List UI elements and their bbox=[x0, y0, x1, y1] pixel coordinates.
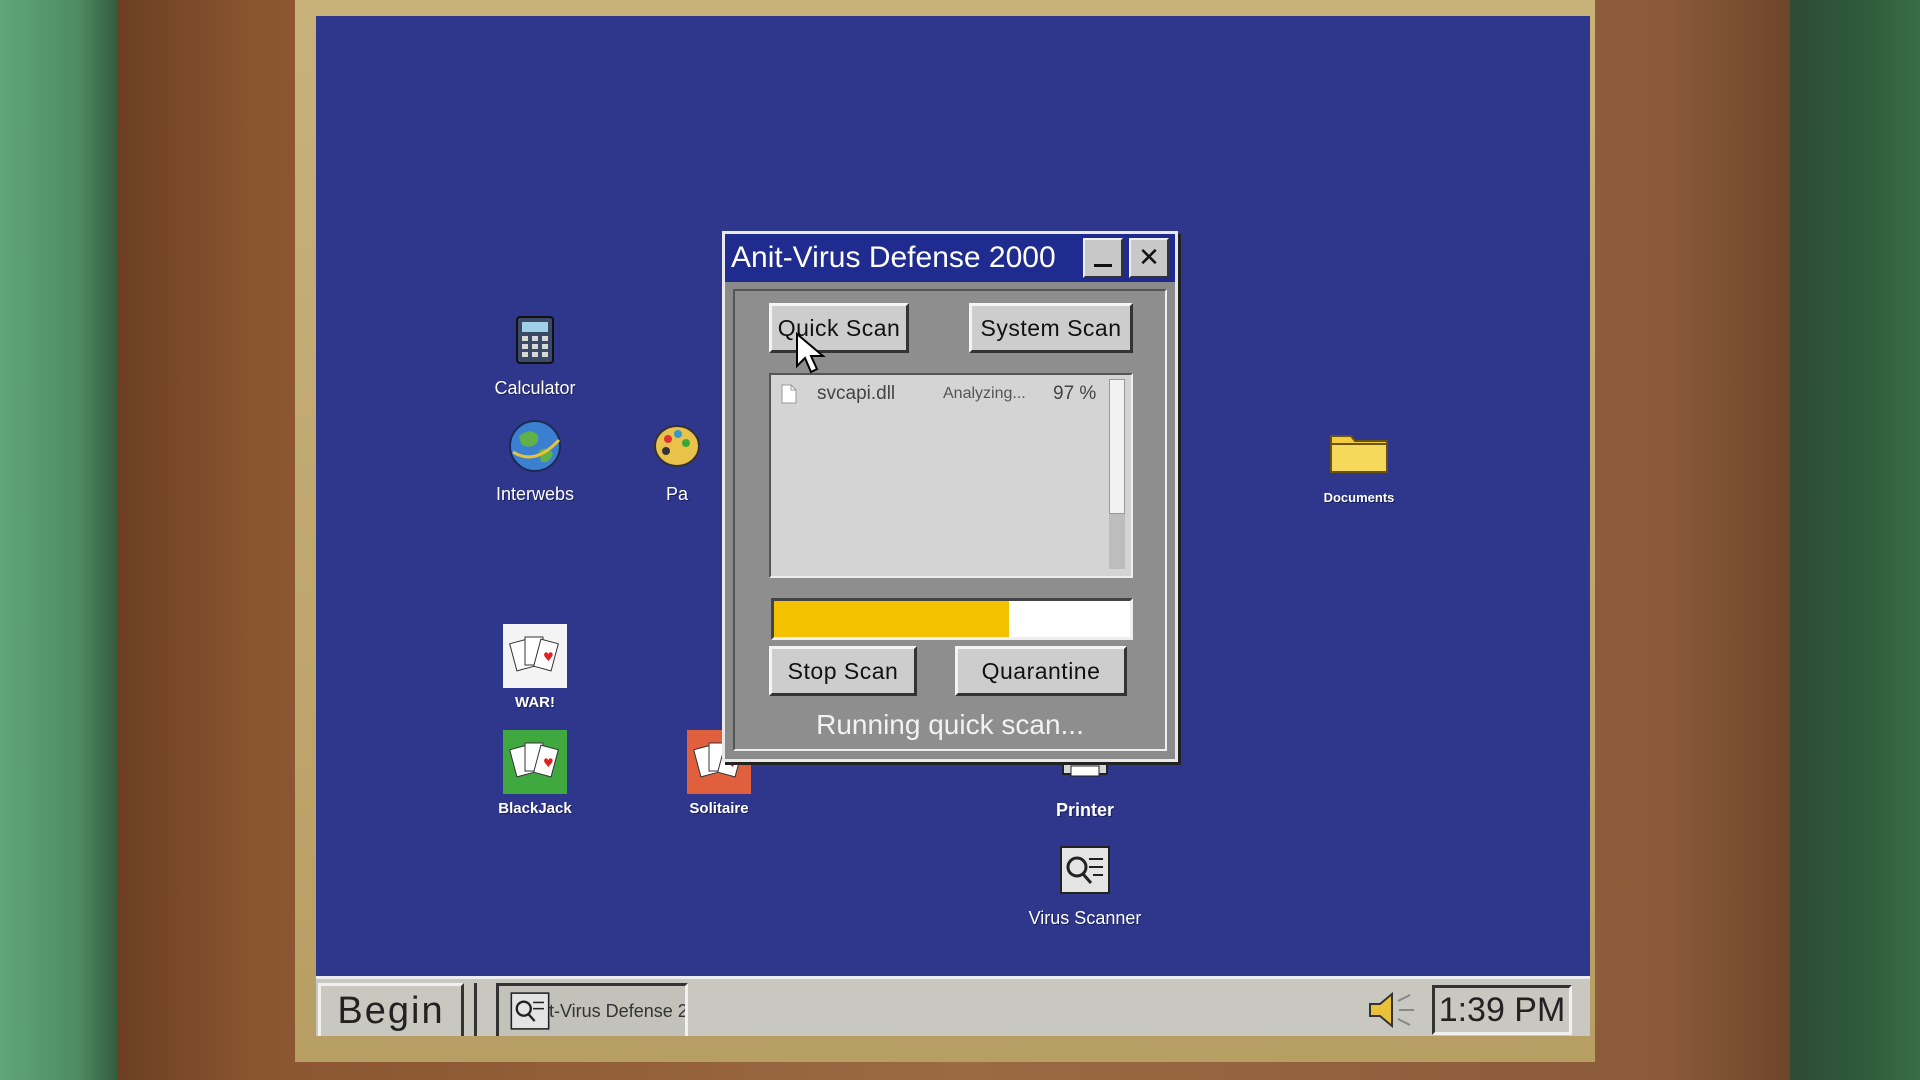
icon-label: Solitaire bbox=[689, 800, 749, 817]
icon-label: WAR! bbox=[515, 694, 555, 711]
desktop-icon-interwebs[interactable]: Interwebs bbox=[460, 414, 610, 505]
icon-label: Pa bbox=[665, 484, 689, 504]
desktop-icon-calculator[interactable]: Calculator bbox=[460, 308, 610, 399]
background-left bbox=[0, 0, 130, 1080]
file-percent: 97 % bbox=[1053, 383, 1097, 404]
scan-results-list[interactable]: svcapi.dll Analyzing... 97 % bbox=[769, 373, 1133, 578]
antivirus-window: Anit-Virus Defense 2000 ✕ Quick Scan Sys… bbox=[722, 231, 1178, 762]
list-item: svcapi.dll Analyzing... 97 % bbox=[779, 381, 1101, 407]
minimize-icon bbox=[1094, 263, 1112, 267]
file-icon bbox=[781, 384, 797, 404]
taskbar: Begin t-Virus Defense 2 1:39 PM bbox=[316, 976, 1590, 1036]
svg-text:♥: ♥ bbox=[543, 756, 554, 770]
speaker-icon[interactable] bbox=[1366, 989, 1418, 1031]
close-icon: ✕ bbox=[1138, 243, 1160, 273]
background-right bbox=[1790, 0, 1920, 1080]
virus-scanner-icon bbox=[510, 992, 550, 1030]
minimize-button[interactable] bbox=[1083, 238, 1123, 278]
taskbar-app-label: t-Virus Defense 2 bbox=[549, 1000, 688, 1021]
desktop-icon-paint[interactable]: Pa bbox=[632, 414, 722, 505]
file-status: Analyzing... bbox=[943, 385, 1026, 402]
cards-icon: ♥ bbox=[503, 624, 567, 688]
svg-text:♥: ♥ bbox=[543, 650, 554, 664]
scan-progress-bar bbox=[771, 598, 1133, 640]
icon-label: Printer bbox=[1055, 800, 1115, 820]
cards-green-icon: ♥ bbox=[503, 730, 567, 794]
taskbar-clock: 1:39 PM bbox=[1432, 985, 1572, 1035]
mouse-cursor-icon bbox=[796, 332, 826, 374]
icon-label: Virus Scanner bbox=[1028, 908, 1142, 928]
icon-label: Documents bbox=[1323, 490, 1395, 505]
calculator-icon bbox=[503, 308, 567, 372]
folder-icon bbox=[1327, 420, 1391, 484]
icon-label: Interwebs bbox=[495, 484, 575, 504]
list-scrollbar[interactable] bbox=[1109, 379, 1125, 569]
begin-button[interactable]: Begin bbox=[318, 983, 464, 1036]
window-titlebar[interactable]: Anit-Virus Defense 2000 ✕ bbox=[725, 234, 1175, 282]
scrollbar-thumb[interactable] bbox=[1109, 379, 1125, 514]
icon-label: Calculator bbox=[494, 378, 576, 398]
system-scan-button[interactable]: System Scan bbox=[969, 303, 1133, 353]
taskbar-app-antivirus[interactable]: t-Virus Defense 2 bbox=[496, 983, 688, 1036]
stop-scan-button[interactable]: Stop Scan bbox=[769, 646, 917, 696]
window-title: Anit-Virus Defense 2000 bbox=[731, 241, 1056, 274]
globe-icon bbox=[503, 414, 567, 478]
taskbar-divider bbox=[474, 983, 477, 1036]
progress-fill bbox=[774, 601, 1009, 637]
desktop-icon-war[interactable]: ♥ WAR! bbox=[460, 624, 610, 711]
quick-scan-button[interactable]: Quick Scan bbox=[769, 303, 909, 353]
virus-scanner-icon bbox=[1053, 838, 1117, 902]
desktop-screen: Calculator Interwebs Pa ♥ WAR! ♥ BlackJa… bbox=[316, 16, 1590, 1036]
icon-label: BlackJack bbox=[498, 800, 572, 817]
close-button[interactable]: ✕ bbox=[1129, 238, 1169, 278]
desktop-icon-blackjack[interactable]: ♥ BlackJack bbox=[460, 730, 610, 817]
quarantine-button[interactable]: Quarantine bbox=[955, 646, 1127, 696]
desktop-icon-virus-scanner[interactable]: Virus Scanner bbox=[1010, 838, 1160, 929]
scan-status-text: Running quick scan... bbox=[816, 709, 1084, 740]
paint-palette-icon bbox=[645, 414, 709, 478]
file-name: svcapi.dll bbox=[817, 383, 896, 404]
desktop-icon-documents[interactable]: Documents bbox=[1284, 420, 1434, 505]
